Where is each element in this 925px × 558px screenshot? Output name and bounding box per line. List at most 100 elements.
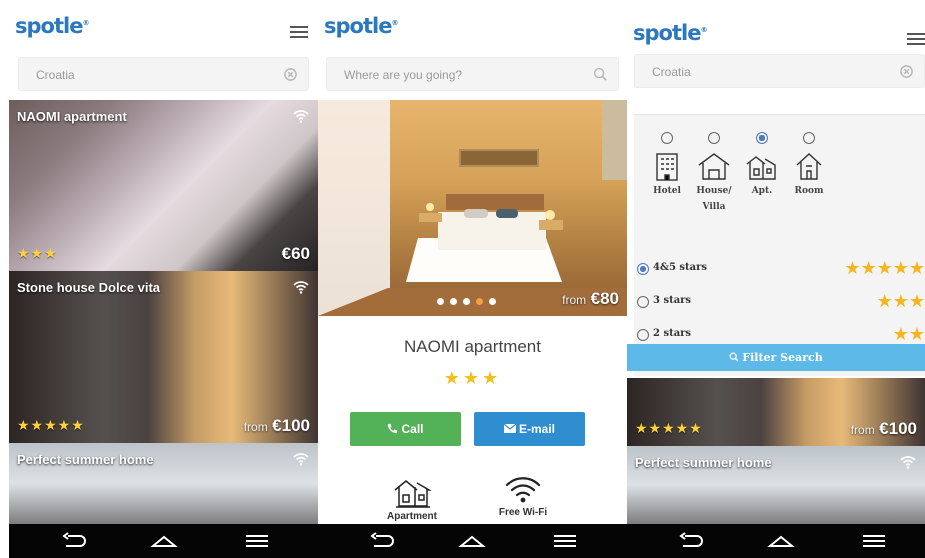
listing-card[interactable]: NAOMI apartment ★★★ €60 — [9, 100, 318, 271]
apartment-label: Apt. — [751, 186, 773, 196]
listing-card[interactable]: Perfect summer home — [627, 446, 925, 524]
wifi-icon — [293, 110, 309, 123]
top-bar: spotle® — [9, 0, 318, 50]
logo[interactable]: spotle® — [633, 21, 707, 45]
top-bar: spotle® — [318, 0, 627, 50]
bedroom-photo — [318, 100, 627, 316]
listing-title: Perfect summer home — [635, 455, 772, 470]
gallery-dot-active[interactable] — [476, 298, 483, 305]
hotel-label: Hotel — [653, 186, 681, 196]
listings-screen: spotle® Croatia NAOMI apartment ★★★ €60 … — [9, 0, 318, 524]
listing-stars: ★★★★★ — [17, 417, 85, 433]
filter-search-button[interactable]: Filter Search — [627, 344, 925, 371]
listing-price: €60 — [281, 244, 310, 263]
home-icon[interactable] — [766, 532, 796, 550]
apartment-radio-selected[interactable] — [756, 132, 768, 144]
rating-option-4-5[interactable]: 4&5 stars ★★★★★ — [637, 258, 925, 278]
room-label: Room — [794, 186, 824, 196]
room-radio[interactable] — [803, 132, 815, 144]
clear-icon[interactable] — [899, 64, 914, 79]
rating-radio-selected[interactable] — [637, 263, 649, 275]
back-icon[interactable] — [675, 532, 705, 550]
rating-option-3[interactable]: 3 stars ★★★ — [637, 291, 925, 311]
rating-radio[interactable] — [637, 296, 649, 308]
gallery-dot[interactable] — [489, 298, 496, 305]
logo[interactable]: spotle® — [324, 14, 398, 38]
wifi-icon — [293, 453, 309, 466]
phone-screens: spotle® Croatia NAOMI apartment ★★★ €60 … — [0, 0, 925, 558]
type-apartment[interactable]: Apt. — [740, 132, 784, 199]
filter-panel: Hotel House/ Villa Apt. Room 4&5 stars ★ — [634, 114, 925, 376]
apartment-icon — [394, 480, 432, 508]
listing-title: Perfect summer home — [17, 452, 154, 467]
gallery-dot[interactable] — [463, 298, 470, 305]
listing-stars: ★★★ — [17, 245, 58, 261]
rating-label: 3 stars — [653, 295, 692, 306]
house-icon — [698, 153, 730, 180]
android-navigation-bar — [9, 524, 925, 558]
mail-icon — [503, 423, 517, 433]
feature-apartment: Apartment — [382, 474, 442, 522]
rating-label: 4&5 stars — [653, 262, 708, 273]
feature-wifi: Free Wi-Fi — [492, 474, 554, 518]
search-placeholder: Where are you going? — [344, 68, 463, 82]
listing-card[interactable]: Stone house Dolce vita ★★★★★ from €100 — [9, 271, 318, 443]
listing-card[interactable]: ★★★★★ from €100 — [627, 378, 925, 446]
detail-screen: spotle® Where are you going? from €80 NA… — [318, 0, 627, 524]
search-input[interactable]: Croatia — [634, 54, 925, 88]
rating-label: 2 stars — [653, 328, 692, 339]
menu-icon[interactable] — [550, 532, 580, 550]
back-icon[interactable] — [366, 532, 396, 550]
property-title: NAOMI apartment — [404, 337, 541, 356]
search-value: Croatia — [36, 68, 75, 82]
wifi-icon — [505, 477, 541, 503]
home-icon[interactable] — [149, 532, 179, 550]
rating-stars: ★★★ — [876, 291, 925, 311]
photo-gallery[interactable]: from €80 — [318, 100, 627, 316]
wifi-icon — [900, 456, 916, 469]
search-icon — [729, 352, 739, 362]
listing-title: NAOMI apartment — [17, 109, 127, 124]
gallery-dots — [437, 292, 502, 310]
search-input[interactable]: Where are you going? — [326, 57, 619, 91]
listing-title: Stone house Dolce vita — [17, 280, 161, 295]
search-value: Croatia — [652, 65, 691, 79]
gallery-dot[interactable] — [437, 298, 444, 305]
rating-stars: ★★★★★ — [844, 258, 925, 278]
menu-icon[interactable] — [859, 532, 889, 550]
rating-stars: ★★ — [892, 324, 925, 344]
rating-option-2[interactable]: 2 stars ★★ — [637, 324, 925, 344]
menu-icon[interactable] — [242, 532, 272, 550]
listing-card[interactable]: Perfect summer home — [9, 443, 318, 524]
property-stars: ★★★ — [443, 368, 502, 388]
home-icon[interactable] — [457, 532, 487, 550]
house-label: House/ Villa — [696, 186, 732, 212]
rating-radio[interactable] — [637, 329, 649, 341]
back-icon[interactable] — [58, 532, 88, 550]
hamburger-menu-icon[interactable] — [907, 33, 925, 47]
email-button[interactable]: E-mail — [474, 412, 585, 446]
type-room[interactable]: Room — [787, 132, 831, 199]
house-radio[interactable] — [708, 132, 720, 144]
hamburger-menu-icon[interactable] — [290, 26, 308, 40]
listing-stars: ★★★★★ — [635, 420, 703, 436]
detail-price: from €80 — [562, 289, 619, 308]
search-input[interactable]: Croatia — [18, 57, 309, 91]
call-button[interactable]: Call — [350, 412, 461, 446]
top-bar: spotle® — [627, 10, 925, 57]
wifi-icon — [293, 281, 309, 294]
phone-icon — [388, 423, 398, 434]
type-hotel[interactable]: Hotel — [645, 132, 689, 199]
listing-price: from €100 — [850, 419, 917, 438]
apartment-icon — [746, 156, 776, 180]
room-icon — [796, 153, 822, 180]
gallery-dot[interactable] — [450, 298, 457, 305]
hotel-icon — [656, 153, 678, 181]
filter-screen: spotle® Croatia Hotel House/ Villa Apt. — [627, 10, 925, 524]
listing-price: from €100 — [243, 416, 310, 435]
hotel-radio[interactable] — [661, 132, 673, 144]
search-icon[interactable] — [593, 67, 608, 82]
logo[interactable]: spotle® — [15, 14, 89, 38]
type-house[interactable]: House/ Villa — [692, 132, 736, 215]
clear-icon[interactable] — [283, 67, 298, 82]
